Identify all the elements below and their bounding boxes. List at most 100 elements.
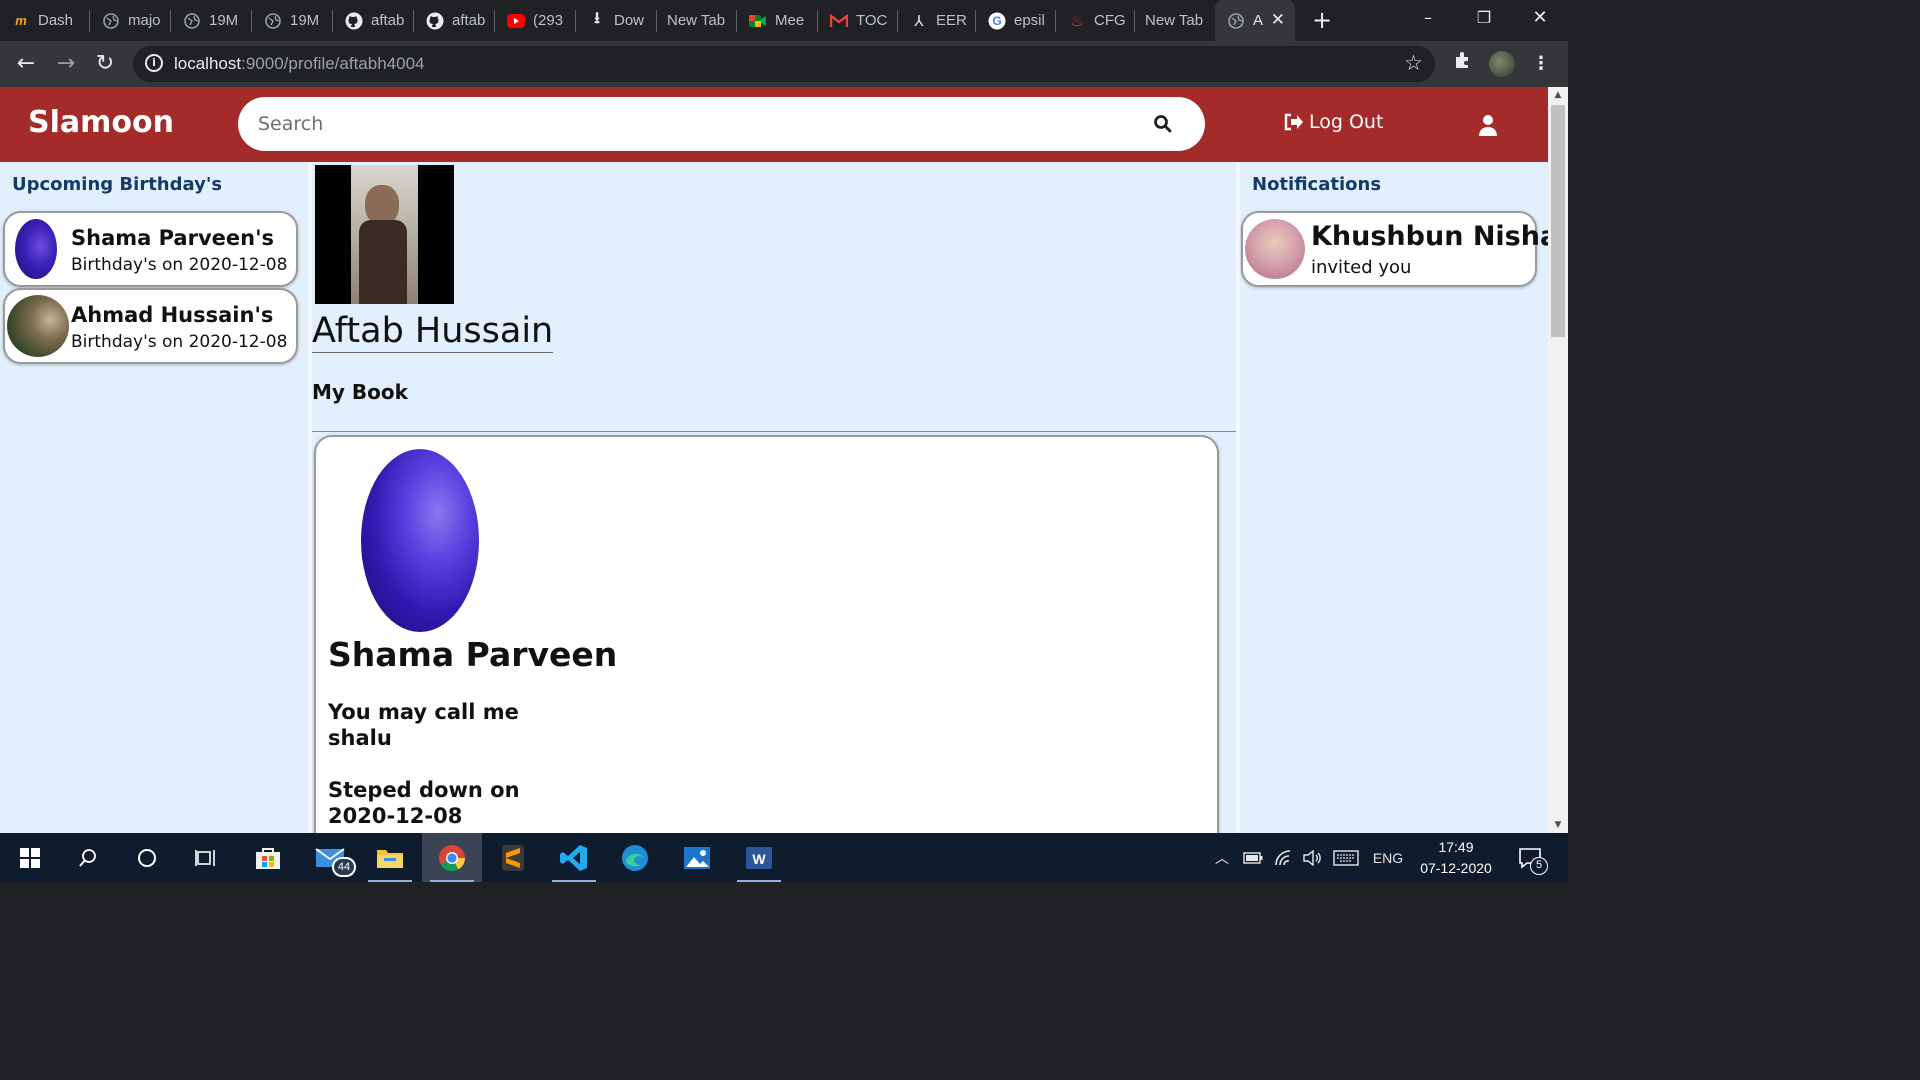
sign-out-icon — [1284, 113, 1303, 131]
birthday-card[interactable]: Shama Parveen's Birthday's on 2020-12-08 — [3, 211, 298, 287]
url-text[interactable]: localhost:9000/profile/aftabh4004 — [174, 54, 424, 74]
new-tab-button[interactable]: + — [1308, 6, 1336, 34]
file-explorer-icon[interactable] — [360, 833, 420, 882]
taskbar-search-icon[interactable] — [58, 833, 118, 882]
language-indicator[interactable]: ENG — [1368, 833, 1408, 882]
minimize-button[interactable]: – — [1400, 0, 1456, 36]
browser-tab-strip: m Dash majo 19M 19M aftab aftab (293 ⭳ D… — [0, 0, 1568, 41]
volume-icon[interactable] — [1298, 833, 1326, 882]
clock-date: 07-12-2020 — [1420, 860, 1492, 876]
entry-photo — [361, 449, 479, 632]
browser-tab[interactable]: TOC — [818, 0, 898, 41]
vscode-icon[interactable] — [544, 833, 604, 882]
scroll-thumb[interactable] — [1551, 105, 1565, 337]
brand-logo[interactable]: Slamoon — [28, 105, 174, 140]
search-icon[interactable] — [1153, 114, 1173, 134]
browser-tab[interactable]: New Tab — [1135, 0, 1215, 41]
pdf-icon: ⅄ — [914, 12, 924, 30]
logout-button[interactable]: Log Out — [1283, 111, 1383, 133]
birthday-date: Birthday's on 2020-12-08 — [71, 332, 288, 352]
windows-icon — [20, 847, 40, 868]
notification-name: Khushbun Nisha — [1311, 221, 1548, 252]
word-icon[interactable]: W — [729, 833, 789, 882]
browser-tab[interactable]: New Tab — [657, 0, 737, 41]
restore-button[interactable]: ❐ — [1456, 0, 1512, 36]
entry-stepped-label: Steped down on — [328, 778, 520, 802]
back-button[interactable]: ← — [12, 50, 40, 78]
profile-name: Aftab Hussain — [312, 311, 554, 353]
avatar — [15, 219, 57, 279]
forward-button[interactable]: → — [52, 50, 80, 78]
photos-icon[interactable] — [667, 833, 727, 882]
bookmark-star-icon[interactable]: ☆ — [1404, 51, 1423, 75]
close-tab-icon[interactable]: ✕ — [1271, 10, 1285, 30]
extensions-icon[interactable] — [1449, 50, 1477, 78]
birthday-card[interactable]: Ahmad Hussain's Birthday's on 2020-12-08 — [3, 288, 298, 364]
reload-button[interactable]: ↻ — [91, 50, 119, 78]
search-input[interactable] — [258, 109, 1118, 139]
section-title: My Book — [312, 380, 408, 404]
globe-icon — [183, 12, 201, 30]
birthday-name: Shama Parveen's — [71, 226, 275, 250]
keyboard-icon[interactable] — [1330, 833, 1362, 882]
chrome-taskbar-icon[interactable] — [422, 833, 482, 882]
browser-tab-active[interactable]: A ✕ — [1215, 0, 1295, 41]
birthday-sidebar: Upcoming Birthday's Shama Parveen's Birt… — [0, 162, 308, 833]
search-bar — [238, 97, 1205, 151]
clock[interactable]: 17:49 07-12-2020 — [1410, 837, 1502, 879]
notifications-heading: Notifications — [1252, 174, 1382, 195]
sublime-text-icon[interactable] — [483, 833, 543, 882]
browser-tab[interactable]: Mee — [737, 0, 818, 41]
browser-tab[interactable]: ⅄ EER — [898, 0, 976, 41]
address-bar[interactable]: i localhost:9000/profile/aftabh4004 ☆ — [133, 46, 1435, 82]
profile-avatar-icon[interactable] — [1489, 51, 1515, 77]
avatar — [7, 295, 69, 357]
browser-tab[interactable]: ⭳ Dow — [576, 0, 657, 41]
profile-main: Aftab Hussain My Book Shama Parveen You … — [308, 162, 1238, 833]
page-scrollbar[interactable]: ▲ ▼ — [1548, 87, 1568, 833]
logout-label: Log Out — [1309, 111, 1384, 133]
download-icon: ⭳ — [594, 10, 600, 27]
entry-call-label: You may call me — [328, 700, 519, 724]
start-button[interactable] — [0, 833, 60, 882]
browser-tab[interactable]: aftab — [333, 0, 414, 41]
browser-tab[interactable]: G epsil — [976, 0, 1056, 41]
entry-stepped-value: 2020-12-08 — [328, 804, 463, 828]
divider — [312, 431, 1236, 432]
notification-card[interactable]: Khushbun Nisha invited you — [1241, 211, 1548, 287]
scroll-up-arrow[interactable]: ▲ — [1548, 87, 1568, 103]
cortana-icon[interactable] — [117, 833, 177, 882]
avatar — [1245, 219, 1305, 279]
close-window-button[interactable]: ✕ — [1512, 0, 1568, 36]
book-entry-card[interactable]: Shama Parveen You may call me shalu Step… — [314, 435, 1219, 833]
tray-chevron-icon[interactable]: ︿ — [1208, 833, 1236, 882]
user-icon[interactable] — [1478, 114, 1498, 136]
store-icon[interactable] — [238, 833, 298, 882]
svg-text:G: G — [992, 14, 1001, 28]
browser-tab[interactable]: (293 — [495, 0, 576, 41]
edge-icon[interactable] — [605, 833, 665, 882]
wifi-icon[interactable] — [1268, 833, 1298, 882]
meet-icon — [749, 12, 767, 30]
google-icon: G — [988, 12, 1006, 30]
page-viewport: Slamoon Log Out Upcoming Birthday's Sham… — [0, 87, 1548, 833]
scroll-down-arrow[interactable]: ▼ — [1548, 817, 1568, 833]
browser-tab[interactable]: 19M — [171, 0, 252, 41]
action-center-icon[interactable]: 5 — [1510, 833, 1550, 882]
browser-tab[interactable]: 19M — [252, 0, 333, 41]
menu-dots-icon[interactable]: ⋮ — [1527, 50, 1555, 78]
windows-taskbar: 44 W ︿ ENG 17:49 07-12-2020 5 — [0, 833, 1568, 882]
browser-tab[interactable]: aftab — [414, 0, 495, 41]
site-navbar: Slamoon Log Out — [0, 87, 1548, 162]
browser-tab[interactable]: m Dash — [0, 0, 90, 41]
globe-icon — [264, 12, 282, 30]
browser-tab[interactable]: majo — [90, 0, 171, 41]
info-icon[interactable]: i — [145, 54, 163, 72]
mail-icon[interactable]: 44 — [300, 833, 360, 882]
notification-count-badge: 5 — [1530, 857, 1548, 875]
entry-name: Shama Parveen — [328, 635, 618, 674]
browser-tab[interactable]: ♨ CFG — [1056, 0, 1135, 41]
task-view-icon[interactable] — [176, 833, 236, 882]
globe-icon — [102, 12, 120, 30]
battery-icon[interactable] — [1238, 833, 1268, 882]
